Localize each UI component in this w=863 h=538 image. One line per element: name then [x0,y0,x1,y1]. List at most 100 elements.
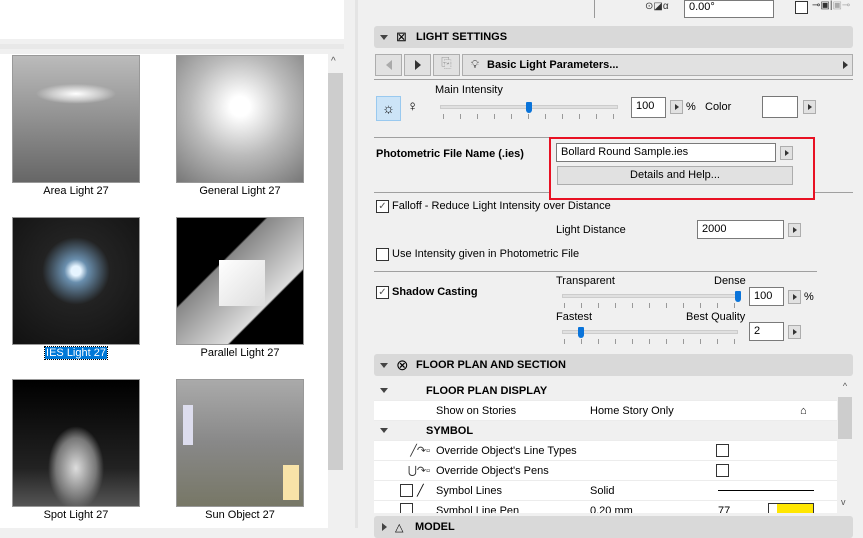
page-name: Basic Light Parameters... [487,59,619,71]
thumbnail-ies-light[interactable] [12,217,140,345]
main-intensity-slider-thumb[interactable] [526,102,532,113]
collapse-triangle-icon [380,34,388,40]
shadow-quality-slider[interactable] [562,330,738,334]
pen-number: 77 [718,505,731,513]
label-text: IES Light 27 [44,346,108,360]
scroll-down-icon[interactable]: v [841,497,846,507]
row-checkbox[interactable] [400,503,413,513]
arrow-icon [792,329,797,335]
thumbnail-label[interactable]: Parallel Light 27 [160,347,320,359]
fastest-label: Fastest [556,311,593,323]
thumbnail-grid: Area Light 27 General Light 27 IES Light… [0,54,328,528]
page-selector-dropdown[interactable]: 💡︎ Basic Light Parameters... [462,54,853,76]
model-icon: △ [395,521,404,534]
row-override-pens[interactable]: ⋃↷▫ Override Object's Pens [374,461,837,481]
light-distance-stepper[interactable] [788,223,801,237]
pen-color-swatch[interactable] [768,503,814,513]
thumbnail-sun-object[interactable] [176,379,304,507]
previous-page-button[interactable] [375,54,402,76]
quality-stepper[interactable] [788,325,801,339]
library-scrollbar-thumb[interactable] [328,73,343,470]
arrow-icon [792,227,797,233]
row-show-on-stories[interactable]: Show on Stories Home Story Only ⌂ [374,401,837,421]
arrow-icon [674,104,679,110]
thumbnail-label[interactable]: Sun Object 27 [160,509,320,521]
dense-label: Dense [714,275,746,287]
thumbnail-label-selected[interactable]: IES Light 27 [0,346,156,360]
thumbnail-label[interactable]: General Light 27 [160,185,320,197]
main-intensity-label: Main Intensity [435,84,503,96]
shadow-casting-checkbox[interactable]: ✓ [376,286,389,299]
falloff-checkbox[interactable]: ✓ [376,200,389,213]
row-value[interactable]: 0.20 mm [590,505,718,513]
dropdown-arrow-icon [843,61,848,69]
arrow-icon [807,104,812,110]
divider [815,192,853,193]
page-list-button[interactable]: ⎘ [433,54,460,76]
row-value[interactable]: Solid [590,485,718,497]
scroll-up-icon[interactable]: ^ [331,56,336,67]
thumbnail-general-light[interactable] [176,55,304,183]
scrollbar-thumb[interactable] [838,397,852,439]
panel-splitter[interactable] [355,0,358,528]
use-intensity-checkbox[interactable] [376,248,389,261]
row-label: Symbol Lines [436,484,503,497]
light-on-icon: ☼ [382,100,395,116]
shadow-quality-input[interactable]: 2 [749,322,784,341]
mirror-checkbox[interactable] [795,1,808,14]
override-line-types-checkbox[interactable] [716,444,729,457]
intensity-stepper-button[interactable] [670,100,683,114]
falloff-label: Falloff - Reduce Light Intensity over Di… [392,200,611,212]
thumbnail-spot-light[interactable] [12,379,140,507]
photometric-label: Photometric File Name (.ies) [376,148,524,160]
best-quality-label: Best Quality [686,311,746,323]
light-distance-input[interactable]: 2000 [697,220,784,239]
horizontal-divider [0,44,344,49]
light-settings-header[interactable]: ⊠ LIGHT SETTINGS [374,26,853,48]
divider [374,79,853,80]
collapse-triangle-icon [380,428,388,433]
color-picker-button[interactable] [803,100,816,114]
row-override-line-types[interactable]: ╱↷▫ Override Object's Line Types [374,441,837,461]
row-label: Show on Stories [436,404,517,417]
row-label: Symbol Line Pen [436,505,520,513]
row-value[interactable]: Home Story Only [590,405,800,417]
thumbnail-label[interactable]: Spot Light 27 [0,509,156,521]
slider-ticks [564,303,740,308]
line-type-override-icon: ╱↷▫ [410,445,430,457]
color-swatch[interactable] [762,96,798,118]
label-text: General Light 27 [199,185,281,197]
shadow-density-slider[interactable] [562,294,738,298]
right-arrow-icon [414,60,421,70]
row-symbol-line-pen[interactable]: Symbol Line Pen 0.20 mm 77 [374,501,837,513]
scroll-up-icon[interactable]: ^ [837,381,853,391]
row-checkbox[interactable] [400,484,413,497]
shadow-quality-slider-thumb[interactable] [578,327,585,338]
row-symbol-lines[interactable]: ╱ Symbol Lines Solid [374,481,837,501]
angle-input[interactable]: 0.00° [684,0,774,18]
shadow-density-input[interactable]: 100 [749,287,784,306]
floor-plan-section-header[interactable]: ⊗ FLOOR PLAN AND SECTION [374,354,853,376]
shadow-stepper[interactable] [788,290,801,304]
anchor-icons[interactable]: ⊸▣|▣⊸ [812,0,850,11]
thumbnail-parallel-light[interactable] [176,217,304,345]
model-section-header[interactable]: △ MODEL [374,516,853,538]
override-pens-checkbox[interactable] [716,464,729,477]
use-intensity-label: Use Intensity given in Photometric File [392,248,580,260]
group-floor-plan-display[interactable]: FLOOR PLAN DISPLAY [374,381,837,401]
line-preview [718,490,814,491]
next-page-button[interactable] [404,54,431,76]
group-symbol[interactable]: SYMBOL [374,421,837,441]
thumbnail-area-light[interactable] [12,55,140,183]
percent-label: % [686,101,696,113]
thumbnail-label[interactable]: Area Light 27 [0,185,156,197]
main-intensity-input[interactable]: 100 [631,97,666,118]
shadow-density-slider-thumb[interactable] [735,291,741,302]
collapse-triangle-icon [380,388,388,393]
floor-plan-icon: ⊗ [396,357,409,374]
light-on-toggle[interactable]: ☼ [376,96,401,121]
rotation-angle-icon: ⊙◪α [645,1,669,12]
light-off-toggle[interactable]: ♀ [407,98,418,115]
floor-plan-scrollbar[interactable]: ^ v [837,381,853,513]
label-text: Spot Light 27 [43,509,109,521]
